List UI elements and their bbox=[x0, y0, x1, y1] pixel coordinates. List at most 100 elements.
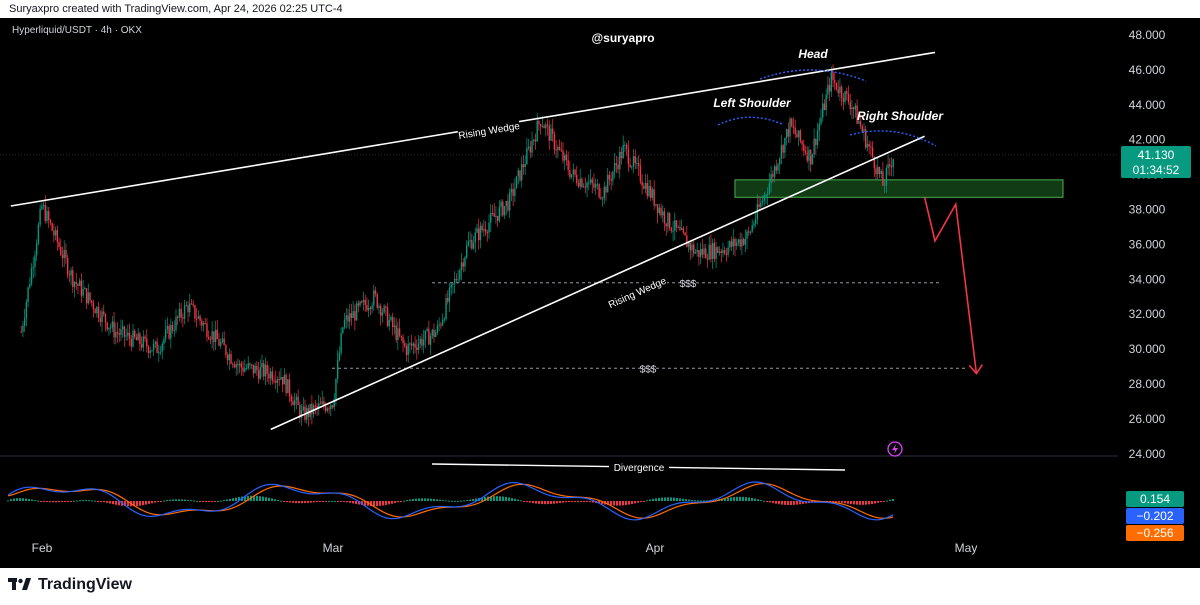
right-shoulder-arc bbox=[849, 130, 937, 147]
histogram-bar bbox=[565, 501, 567, 503]
candle-body bbox=[354, 311, 356, 321]
candle-body bbox=[410, 343, 413, 346]
candle-body bbox=[526, 148, 528, 165]
histogram-bar bbox=[577, 501, 579, 502]
histogram-bar bbox=[376, 501, 378, 507]
candle-body bbox=[247, 363, 249, 369]
histogram-bar bbox=[589, 501, 591, 503]
histogram-bar bbox=[226, 499, 228, 501]
histogram-bar bbox=[142, 501, 144, 506]
candle-body bbox=[613, 163, 616, 172]
histogram-bar bbox=[184, 499, 186, 501]
histogram-bar bbox=[535, 501, 537, 504]
candle-body bbox=[806, 152, 808, 161]
histogram-bar bbox=[775, 501, 777, 504]
histogram-bar bbox=[847, 501, 849, 504]
candle-body bbox=[457, 279, 459, 281]
candle-body bbox=[163, 338, 165, 344]
histogram-bar bbox=[382, 501, 384, 506]
candle-body bbox=[517, 170, 519, 177]
histogram-bar bbox=[511, 498, 513, 501]
candle-body bbox=[20, 331, 22, 333]
candle-body bbox=[617, 164, 619, 170]
y-tick-label: 38.000 bbox=[1129, 203, 1166, 217]
candle-body bbox=[496, 215, 499, 221]
candle-body bbox=[135, 336, 138, 341]
candle-body bbox=[178, 308, 181, 318]
candle-body bbox=[784, 137, 786, 153]
histogram-bar bbox=[265, 497, 267, 501]
histogram-bar bbox=[730, 497, 732, 501]
candle-body bbox=[564, 154, 566, 161]
chart-panel[interactable]: 48.00046.00044.00042.00040.00038.00036.0… bbox=[0, 18, 1200, 568]
candle-body bbox=[651, 189, 654, 198]
candle-body bbox=[565, 154, 568, 161]
histogram-bar bbox=[436, 499, 438, 501]
histogram-bar bbox=[343, 501, 345, 502]
candle-body bbox=[660, 207, 662, 216]
histogram-bar bbox=[52, 501, 54, 503]
histogram-bar bbox=[163, 500, 165, 502]
candle-body bbox=[510, 188, 513, 193]
candle-body bbox=[761, 200, 764, 203]
candle-body bbox=[758, 204, 760, 208]
histogram-bar bbox=[583, 501, 585, 502]
candle-body bbox=[132, 330, 134, 347]
candle-body bbox=[226, 354, 229, 361]
candle-body bbox=[429, 335, 432, 345]
candle-body bbox=[521, 164, 523, 181]
candle-body bbox=[125, 335, 127, 337]
histogram-bar bbox=[28, 499, 30, 501]
histogram-bar bbox=[688, 499, 690, 501]
y-tick-label: 48.000 bbox=[1129, 28, 1166, 42]
candle-body bbox=[464, 257, 466, 267]
candle-body bbox=[742, 239, 745, 245]
candle-body bbox=[732, 238, 734, 247]
candle-body bbox=[244, 368, 246, 372]
candle-body bbox=[435, 332, 437, 337]
histogram-bar bbox=[547, 501, 549, 505]
candle-body bbox=[615, 163, 618, 165]
histogram-bar bbox=[787, 501, 789, 506]
candle-body bbox=[751, 225, 753, 232]
histogram-bar bbox=[859, 501, 861, 505]
candle-body bbox=[780, 145, 783, 159]
histogram-bar bbox=[76, 500, 78, 502]
histogram-bar bbox=[433, 499, 435, 501]
candle-body bbox=[261, 363, 263, 368]
candle-body bbox=[665, 223, 667, 227]
candle-body bbox=[137, 333, 139, 341]
candle-body bbox=[753, 223, 755, 226]
histogram-bar bbox=[610, 501, 612, 506]
candle-body bbox=[789, 118, 791, 137]
candle-body bbox=[766, 193, 769, 195]
candle-body bbox=[538, 121, 540, 125]
candle-body bbox=[558, 147, 561, 150]
histogram-bar bbox=[334, 500, 336, 502]
histogram-bar bbox=[838, 501, 840, 503]
candle-body bbox=[343, 319, 346, 328]
candle-body bbox=[158, 352, 160, 354]
candle-body bbox=[152, 343, 155, 351]
histogram-bar bbox=[769, 501, 771, 503]
candle-body bbox=[106, 322, 108, 330]
candle-body bbox=[512, 188, 514, 196]
candle-body bbox=[601, 198, 604, 200]
candles-layer bbox=[20, 64, 894, 427]
candle-body bbox=[78, 280, 81, 286]
histogram-bar bbox=[649, 499, 651, 501]
candle-body bbox=[625, 144, 628, 149]
histogram-bar bbox=[214, 501, 216, 502]
tradingview-logo-icon bbox=[8, 578, 31, 590]
candle-body bbox=[663, 211, 666, 224]
price-chart[interactable]: 48.00046.00044.00042.00040.00038.00036.0… bbox=[0, 18, 1200, 568]
candle-body bbox=[710, 244, 712, 260]
candle-body bbox=[727, 247, 729, 255]
candle-body bbox=[574, 169, 576, 175]
histogram-bar bbox=[103, 501, 105, 503]
candle-body bbox=[634, 156, 636, 164]
histogram-bar bbox=[532, 501, 534, 504]
candle-body bbox=[515, 176, 518, 189]
histogram-bar bbox=[538, 501, 540, 504]
candle-body bbox=[85, 288, 88, 304]
